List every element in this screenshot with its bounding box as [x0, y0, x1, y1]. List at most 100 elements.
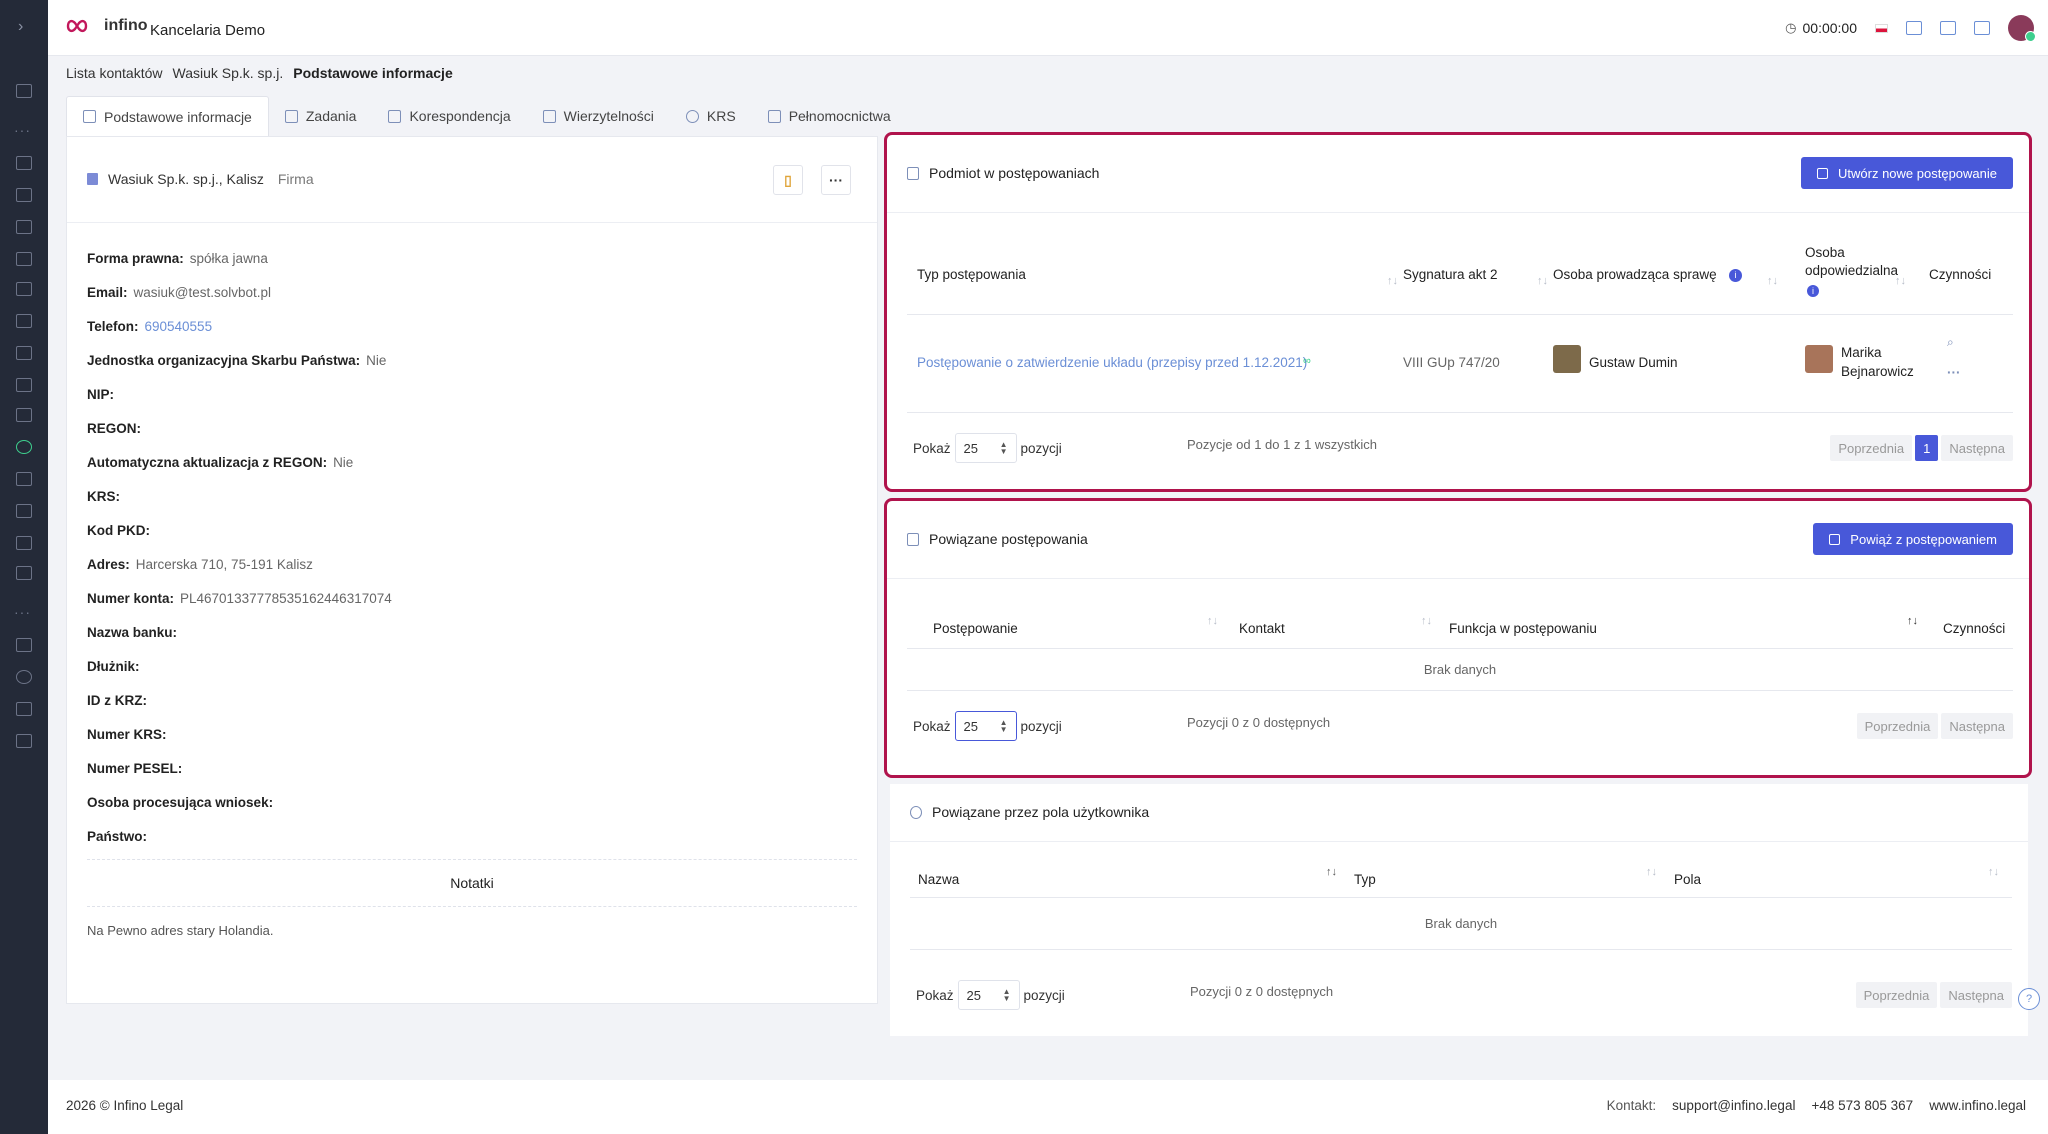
col-function[interactable]: Funkcja w postępowaniu [1449, 621, 1597, 636]
field-account: Numer konta: PL46701337778535162446317074 [87, 581, 857, 615]
phone-link[interactable]: 690540555 [145, 319, 213, 334]
col-proceeding[interactable]: Postępowanie [933, 621, 1018, 636]
info-icon[interactable]: i [1807, 285, 1819, 297]
col-signature[interactable]: Sygnatura akt 2 [1403, 267, 1498, 282]
phone-link[interactable]: +48 573 805 367 [1811, 1098, 1913, 1113]
avatar[interactable] [2008, 15, 2036, 42]
next-button[interactable]: Następna [1940, 982, 2012, 1008]
page-size-select[interactable]: 25 ▲ ▼ [954, 433, 1017, 463]
inbox-icon[interactable] [16, 378, 32, 392]
updown-icon: ▲ ▼ [999, 718, 1008, 734]
pager: Poprzednia 1 Następna [1830, 435, 2013, 461]
sort-icon[interactable]: ↑↓ [1907, 615, 1918, 627]
field-label: Osoba procesująca wniosek: [87, 794, 274, 810]
more-actions-button[interactable]: ··· [821, 165, 851, 195]
prev-button[interactable]: Poprzednia [1856, 713, 1939, 739]
page-1-button[interactable]: 1 [1915, 435, 1939, 461]
tag-icon[interactable] [16, 220, 32, 234]
breadcrumb-company[interactable]: Wasiuk Sp.k. sp.j. [173, 65, 284, 81]
document-icon [388, 109, 402, 123]
col-type[interactable]: Typ [1354, 872, 1376, 887]
user-icon[interactable] [16, 670, 32, 684]
field-label: Dłużnik: [87, 658, 140, 674]
layers-icon [83, 110, 96, 123]
col-type[interactable]: Typ postępowania [917, 267, 1026, 282]
sort-icon[interactable]: ↑↓ [1767, 275, 1778, 287]
tab-basic-info[interactable]: Podstawowe informacje [66, 96, 269, 136]
tab-label: Zadania [305, 108, 357, 124]
info-icon[interactable]: i [1729, 269, 1742, 282]
col-contact[interactable]: Kontakt [1239, 621, 1285, 636]
timer[interactable]: ◷ 00:00:00 [1785, 20, 1857, 36]
dashboard-icon[interactable] [16, 84, 32, 98]
chat-icon[interactable] [1940, 21, 1956, 35]
sort-icon[interactable]: ↑↓ [1895, 275, 1906, 287]
infino-icon[interactable] [16, 440, 32, 454]
expand-sidebar-icon[interactable]: › [18, 18, 23, 36]
book-open-icon[interactable] [1906, 21, 1922, 35]
logo[interactable]: infino [64, 15, 148, 37]
document-icon[interactable] [16, 252, 32, 266]
search-icon[interactable]: ⌕ [1947, 335, 1954, 350]
monitor-icon[interactable] [16, 504, 32, 518]
website-link[interactable]: www.infino.legal [1929, 1098, 2026, 1113]
help-icon[interactable]: ? [2018, 988, 2040, 1010]
folder-icon[interactable] [16, 472, 32, 486]
prev-button[interactable]: Poprzednia [1830, 435, 1913, 461]
field-state-unit: Jednostka organizacyjna Skarbu Państwa: N… [87, 343, 857, 377]
book-button[interactable]: ▯ [773, 165, 803, 195]
page-size-select[interactable]: 25 ▲ ▼ [954, 711, 1017, 741]
link-proceeding-button[interactable]: Powiąż z postępowaniem [1813, 523, 2013, 555]
sort-icon[interactable]: ↑↓ [1207, 615, 1218, 627]
sort-icon[interactable]: ↑↓ [1988, 866, 1999, 878]
card-title: Powiązane przez pola użytkownika [932, 804, 1150, 820]
sort-icon[interactable]: ↑↓ [1646, 866, 1657, 878]
col-lead-person[interactable]: Osoba prowadząca sprawę [1553, 267, 1717, 282]
field-value: Harcerska 710, 75-191 Kalisz [135, 556, 313, 572]
tab-claims[interactable]: Wierzytelności [527, 96, 670, 136]
cart-icon[interactable] [16, 638, 32, 652]
pagination-info: Pozycji 0 z 0 dostępnych [1190, 984, 1334, 999]
cloud-icon[interactable] [16, 346, 32, 360]
sort-icon[interactable]: ↑↓ [1537, 275, 1548, 287]
settings-sliders-icon[interactable] [16, 536, 32, 550]
logo-text: infino [104, 17, 148, 34]
tag-icon [284, 109, 298, 123]
pager: Poprzednia Następna [1856, 713, 2013, 739]
sort-icon[interactable]: ↑↓ [1326, 866, 1337, 878]
next-button[interactable]: Następna [1941, 435, 2013, 461]
briefcase-icon[interactable] [16, 702, 32, 716]
tab-label: Pełnomocnictwa [788, 108, 891, 124]
ellipsis-icon[interactable]: ··· [1947, 365, 1961, 380]
field-regon: REGON: [87, 411, 857, 445]
col-name[interactable]: Nazwa [918, 872, 959, 887]
field-label: Numer PESEL: [87, 760, 183, 776]
col-responsible[interactable]: Osoba [1805, 245, 1845, 260]
firm-name: Kancelaria Demo [150, 22, 266, 39]
create-proceeding-button[interactable]: Utwórz nowe postępowanie [1801, 157, 2013, 189]
sort-icon[interactable]: ↑↓ [1421, 615, 1432, 627]
calendar-add-icon[interactable] [1974, 21, 1990, 35]
tab-powers-of-attorney[interactable]: Pełnomocnictwa [752, 96, 907, 136]
edit-icon[interactable] [16, 314, 32, 328]
send-icon[interactable] [16, 156, 32, 170]
tab-tasks[interactable]: Zadania [269, 96, 373, 136]
proceeding-link[interactable]: Postępowanie o zatwierdzenie układu (prz… [917, 355, 1307, 370]
prev-button[interactable]: Poprzednia [1855, 982, 1938, 1008]
language-flag-icon[interactable] [1875, 23, 1888, 33]
tab-krs[interactable]: KRS [670, 96, 752, 136]
field-label: Nazwa banku: [87, 624, 178, 640]
mail-icon[interactable] [16, 282, 32, 296]
field-debtor: Dłużnik: [87, 649, 857, 683]
list-icon[interactable] [16, 408, 32, 422]
logout-icon[interactable] [16, 734, 32, 748]
book-icon[interactable] [16, 566, 32, 580]
breadcrumb-contacts[interactable]: Lista kontaktów [66, 65, 163, 81]
tab-correspondence[interactable]: Korespondencja [372, 96, 526, 136]
page-size-select[interactable]: 25 ▲ ▼ [957, 980, 1020, 1010]
contacts-icon[interactable] [16, 188, 32, 202]
next-button[interactable]: Następna [1941, 713, 2013, 739]
col-fields[interactable]: Pola [1674, 872, 1701, 887]
sort-icon[interactable]: ↑↓ [1387, 275, 1398, 287]
support-email-link[interactable]: support@infino.legal [1672, 1098, 1795, 1113]
